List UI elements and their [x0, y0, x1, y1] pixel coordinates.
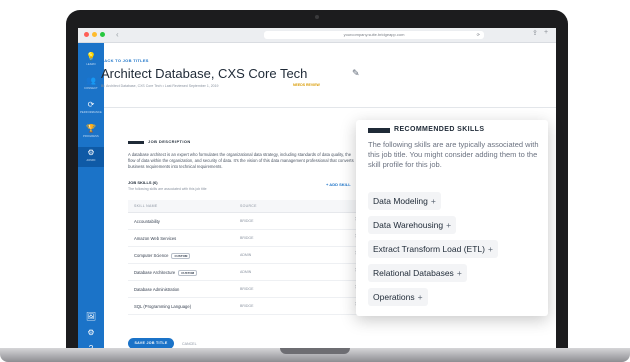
url-text: yourcompany.suite.bridgeapp.com — [343, 32, 405, 37]
add-icon: + — [446, 220, 452, 230]
reload-icon[interactable]: ⟳ — [477, 31, 480, 39]
skill-source: BRIDGE — [240, 304, 254, 308]
skill-name-text: Database Administration — [134, 287, 180, 292]
table-row: Amazon Web ServicesBRIDGE× — [128, 230, 363, 247]
address-bar[interactable]: yourcompany.suite.bridgeapp.com ⟳ — [264, 31, 484, 39]
skills-table: SKILL NAME SOURCE AccountabilityBRIDGE×A… — [128, 200, 363, 315]
recommended-skills-description: The following skills are are typically a… — [368, 140, 539, 169]
table-row: AccountabilityBRIDGE× — [128, 213, 363, 230]
skill-source: ADMIN — [240, 270, 252, 274]
sidebar-item-label: PERFORMANCE — [80, 111, 102, 114]
job-description-text: A database architect is an expert who fo… — [128, 152, 354, 169]
skill-name-text: SQL (Programming Language) — [134, 304, 192, 309]
table-header: SKILL NAME SOURCE — [128, 200, 363, 213]
table-row: Database AdministrationBRIDGE× — [128, 281, 363, 298]
skill-name: SQL (Programming Language) — [134, 304, 191, 309]
settings-icon: ⚙ — [87, 328, 95, 337]
recommended-skill-chip[interactable]: Data Modeling + — [368, 192, 441, 210]
skill-name: Database Administration — [134, 287, 179, 292]
recommended-skill-label: Data Warehousing — [373, 220, 444, 230]
recommended-skill-chip[interactable]: Extract Transform Load (ETL) + — [368, 240, 498, 258]
job-description-heading: JOB DESCRIPTION — [148, 139, 191, 144]
recommended-skill-label: Extract Transform Load (ETL) — [373, 244, 485, 254]
recommended-skills-title: RECOMMENDED SKILLS — [394, 126, 485, 133]
close-window-button[interactable] — [84, 32, 89, 37]
column-skill-name[interactable]: SKILL NAME — [134, 204, 158, 208]
browser-back-button[interactable]: ‹ — [116, 30, 119, 39]
skill-source: BRIDGE — [240, 287, 254, 291]
skill-name-text: Amazon Web Services — [134, 236, 177, 241]
skill-name-text: Accountability — [134, 219, 160, 224]
review-badge: NEEDS REVIEW — [293, 83, 320, 87]
skill-name: Accountability — [134, 219, 160, 224]
add-icon: + — [417, 292, 423, 302]
table-row: Computer ScienceCUSTOMADMIN× — [128, 247, 363, 264]
recommended-skills-panel: RECOMMENDED SKILLS The following skills … — [356, 120, 548, 316]
add-skill-button[interactable]: + ADD SKILL — [326, 182, 351, 187]
minimize-window-button[interactable] — [92, 32, 97, 37]
edit-icon[interactable]: ✎ — [352, 68, 360, 79]
table-body: AccountabilityBRIDGE×Amazon Web Services… — [128, 213, 363, 315]
back-to-job-titles-link[interactable]: BACK TO JOB TITLES — [101, 58, 149, 63]
custom-badge: CUSTOM — [178, 270, 198, 276]
recommended-skill-chip[interactable]: Operations + — [368, 288, 428, 306]
job-skills-subheading: The following skills are associated with… — [128, 187, 207, 191]
sidebar-item-admin[interactable]: ⚙ ADMIN — [78, 147, 104, 167]
sidebar-item-performance[interactable]: ⟳ PERFORMANCE — [78, 99, 104, 119]
new-tab-icon[interactable]: + — [544, 29, 548, 36]
table-row: Database ArchitectureCUSTOMADMIN× — [128, 264, 363, 281]
add-icon: + — [487, 244, 493, 254]
add-icon: + — [430, 196, 436, 206]
job-title-subline: BI: Architect Database, CXS Core Tech • … — [101, 84, 219, 88]
skill-name: Amazon Web Services — [134, 236, 176, 241]
recommended-skill-label: Operations — [373, 292, 415, 302]
skill-name: Computer Science CUSTOM — [134, 253, 191, 259]
section-marker — [128, 141, 144, 144]
cycle-icon: ⟳ — [87, 100, 95, 109]
custom-badge: CUSTOM — [171, 253, 191, 259]
sidebar-item-progress[interactable]: 🏆 PROGRESS — [78, 123, 104, 143]
column-source[interactable]: SOURCE — [240, 204, 257, 208]
recommended-skill-chip[interactable]: Relational Databases + — [368, 264, 467, 282]
sidebar-item-label: ADMIN — [86, 159, 96, 162]
skill-source: BRIDGE — [240, 236, 254, 240]
laptop-notch — [280, 348, 350, 354]
skill-name-text: Database Architecture — [134, 270, 176, 275]
page-title: Architect Database, CXS Core Tech — [101, 66, 308, 81]
section-marker — [368, 128, 390, 133]
table-row: SQL (Programming Language)BRIDGE× — [128, 298, 363, 315]
recommended-skill-chip[interactable]: Data Warehousing + — [368, 216, 457, 234]
skill-source: BRIDGE — [240, 219, 254, 223]
browser-toolbar: ‹ yourcompany.suite.bridgeapp.com ⟳ ⇪ + — [78, 28, 556, 43]
skill-name-text: Computer Science — [134, 253, 169, 258]
cancel-link[interactable]: CANCEL — [182, 342, 197, 346]
webcam — [315, 15, 319, 19]
add-icon: + — [456, 268, 462, 278]
trophy-icon: 🏆 — [86, 124, 96, 133]
maximize-window-button[interactable] — [100, 32, 105, 37]
image-icon: 🖼 — [85, 312, 97, 321]
app-sidebar: 💡 LEARN 👥 CONNECT ⟳ PERFORMANCE 🏆 PROGRE… — [78, 43, 104, 362]
skill-name: Database Architecture CUSTOM — [134, 270, 198, 276]
share-icon[interactable]: ⇪ — [532, 29, 538, 37]
sidebar-item-label: PROGRESS — [83, 135, 99, 138]
job-skills-heading: JOB SKILLS (6) — [128, 180, 158, 185]
gear-icon: ⚙ — [87, 148, 95, 157]
recommended-skill-label: Relational Databases — [373, 268, 454, 278]
skill-source: ADMIN — [240, 253, 252, 257]
recommended-skill-label: Data Modeling — [373, 196, 428, 206]
